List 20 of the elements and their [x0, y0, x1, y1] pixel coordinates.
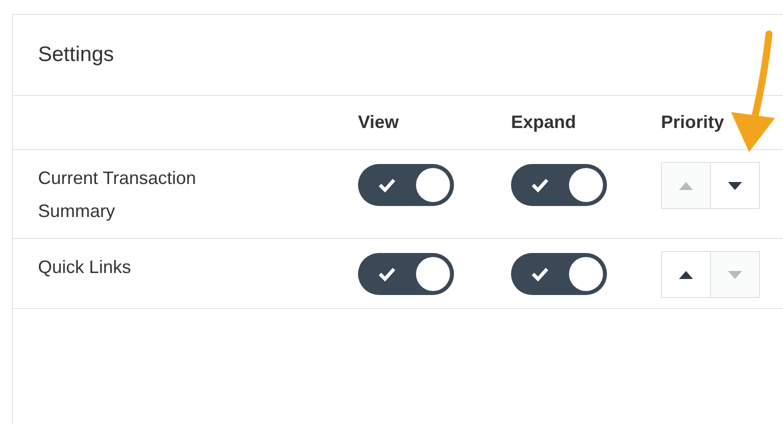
caret-up-icon: [679, 182, 693, 190]
row-label: Current Transaction Summary: [38, 167, 198, 223]
row-label: Quick Links: [38, 256, 132, 279]
check-icon: [531, 266, 549, 282]
check-icon: [378, 177, 396, 193]
caret-down-icon: [728, 182, 742, 190]
column-header: View: [358, 112, 399, 133]
move-down-button[interactable]: [710, 162, 760, 209]
move-up-button[interactable]: [661, 251, 711, 298]
toggle-switch[interactable]: [511, 164, 607, 206]
column-header: Priority: [661, 112, 724, 133]
toggle-switch[interactable]: [358, 253, 454, 295]
check-icon: [531, 177, 549, 193]
caret-up-icon: [679, 270, 693, 278]
column-header: Expand: [511, 112, 576, 133]
caret-down-icon: [728, 270, 742, 278]
panel-title: Settings: [38, 43, 114, 67]
check-icon: [378, 266, 396, 282]
toggle-switch[interactable]: [358, 164, 454, 206]
toggle-switch[interactable]: [511, 253, 607, 295]
